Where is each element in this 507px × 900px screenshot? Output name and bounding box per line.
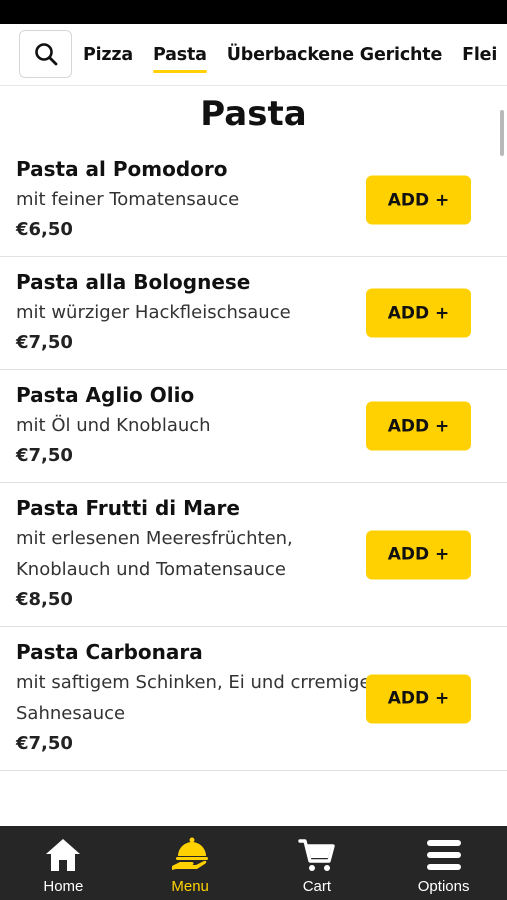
item-name: Pasta Aglio Olio	[16, 383, 195, 407]
status-bar	[0, 0, 507, 24]
add-to-cart-button[interactable]: ADD +	[366, 530, 471, 579]
menu-item: Pasta al Pomodoro mit feiner Tomatensauc…	[0, 144, 507, 257]
item-price: €8,50	[16, 589, 73, 610]
item-price: €7,50	[16, 733, 73, 754]
nav-menu-label: Menu	[171, 878, 209, 895]
item-price: €7,50	[16, 445, 73, 466]
food-tray-icon	[172, 837, 209, 870]
nav-options-label: Options	[417, 878, 470, 895]
nav-menu[interactable]: Menu	[127, 826, 254, 900]
nav-options[interactable]: Options	[380, 826, 507, 900]
item-description: mit erlesenen Meeresfrüchten, Knoblauch …	[16, 528, 293, 580]
menu-content[interactable]: Pasta Pasta al Pomodoro mit feiner Tomat…	[0, 86, 507, 826]
nav-cart[interactable]: Cart	[254, 826, 381, 900]
category-nav: Pizza Pasta Überbackene Gerichte Flei	[0, 24, 507, 86]
hamburger-icon	[426, 840, 461, 870]
add-to-cart-button[interactable]: ADD +	[366, 175, 471, 225]
tab-ueberbackene-gerichte[interactable]: Überbackene Gerichte	[227, 45, 443, 65]
add-to-cart-button[interactable]: ADD +	[366, 401, 471, 451]
menu-item: Pasta alla Bolognese mit würziger Hackfl…	[0, 257, 507, 370]
item-name: Pasta alla Bolognese	[16, 270, 251, 294]
item-name: Pasta Carbonara	[16, 640, 203, 664]
item-name: Pasta al Pomodoro	[16, 157, 228, 181]
item-price: €6,50	[16, 219, 73, 240]
cart-icon	[298, 839, 335, 871]
item-name: Pasta Frutti di Mare	[16, 496, 240, 520]
tab-pizza[interactable]: Pizza	[83, 45, 133, 65]
nav-cart-label: Cart	[302, 878, 332, 895]
item-description: mit würziger Hackfleischsauce	[16, 302, 291, 323]
menu-item: Pasta Frutti di Mare mit erlesenen Meere…	[0, 483, 507, 627]
search-button[interactable]	[19, 30, 72, 78]
search-icon	[34, 43, 57, 66]
item-description: mit feiner Tomatensauce	[16, 189, 240, 210]
bottom-nav: Home Menu Cart Options	[0, 826, 507, 900]
category-tabs: Pizza Pasta Überbackene Gerichte Flei	[83, 24, 507, 85]
nav-home[interactable]: Home	[0, 826, 127, 900]
item-price: €7,50	[16, 332, 73, 353]
item-description: mit Öl und Knoblauch	[16, 415, 211, 436]
menu-item: Pasta Carbonara mit saftigem Schinken, E…	[0, 627, 507, 771]
menu-item: Pasta Aglio Olio mit Öl und Knoblauch €7…	[0, 370, 507, 483]
tab-fleisch[interactable]: Flei	[462, 45, 497, 65]
tab-pasta[interactable]: Pasta	[153, 45, 207, 73]
add-to-cart-button[interactable]: ADD +	[366, 674, 471, 723]
home-icon	[46, 839, 81, 871]
add-to-cart-button[interactable]: ADD +	[366, 288, 471, 338]
item-description: mit saftigem Schinken, Ei und crremiger …	[16, 672, 378, 724]
nav-home-label: Home	[43, 878, 84, 895]
section-title: Pasta	[200, 94, 307, 134]
